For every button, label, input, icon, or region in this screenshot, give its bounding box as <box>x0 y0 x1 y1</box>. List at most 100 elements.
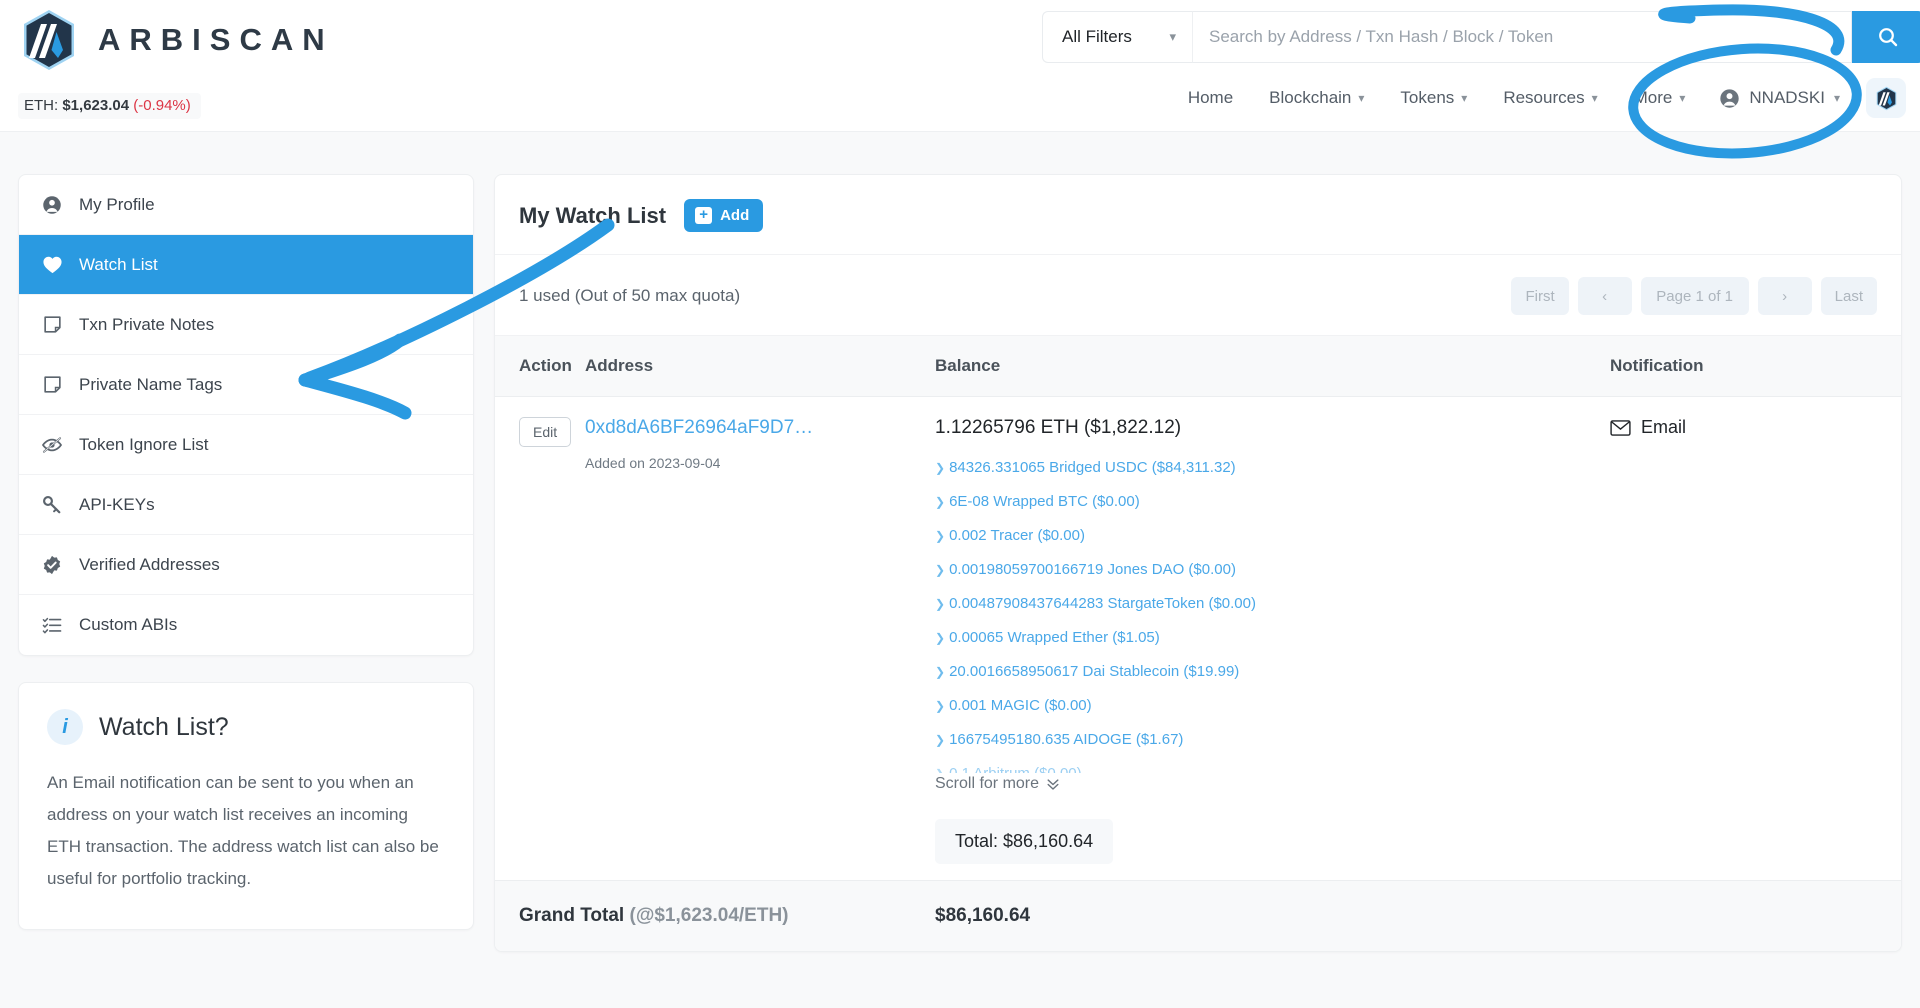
sidebar-menu: My Profile Watch List Txn Private Notes … <box>18 174 474 656</box>
sidebar-item-token-ignore-list[interactable]: Token Ignore List <box>19 415 473 475</box>
sidebar-item-label: Txn Private Notes <box>79 314 215 334</box>
eye-slash-icon <box>41 436 63 454</box>
sidebar-item-custom-abis[interactable]: Custom ABIs <box>19 595 473 655</box>
grand-total-value: $86,160.64 <box>935 905 1031 926</box>
token-balance-item[interactable]: ❯ 0.002 Tracer ($0.00) <box>935 519 1610 553</box>
token-balance-label: 0.00198059700166719 Jones DAO ($0.00) <box>949 561 1236 578</box>
token-balance-label: 0.1 Arbitrum ($0.00) <box>949 765 1082 773</box>
token-balance-label: 0.00487908437644283 StargateToken ($0.00… <box>949 595 1256 612</box>
watch-list-info-card: i Watch List? An Email notification can … <box>18 682 474 930</box>
nav-item-label: Home <box>1187 88 1234 107</box>
quota-text: 1 used (Out of 50 max quota) <box>519 286 741 305</box>
list-check-icon <box>41 616 63 634</box>
key-icon <box>41 495 63 515</box>
chevron-right-icon: ❯ <box>935 495 946 509</box>
token-balance-list: ❯ 84326.331065 Bridged USDC ($84,311.32) … <box>935 451 1610 773</box>
grand-total-row: Grand Total (@$1,623.04/ETH) $86,160.64 <box>495 880 1901 951</box>
pagination-last-button[interactable]: Last <box>1820 277 1877 315</box>
cell-action: Edit <box>495 397 585 881</box>
token-balance-item[interactable]: ❯ 6E-08 Wrapped BTC ($0.00) <box>935 485 1610 519</box>
search-filter-dropdown[interactable]: All Filters ▾ <box>1042 11 1192 63</box>
token-balance-item[interactable]: ❯ 0.00065 Wrapped Ether ($1.05) <box>935 621 1610 655</box>
token-balance-label: 84326.331065 Bridged USDC ($84,311.32) <box>949 459 1236 476</box>
info-card-title: Watch List? <box>99 712 229 741</box>
add-button-label: Add <box>720 207 750 224</box>
chevron-down-icon: ▾ <box>1358 91 1365 105</box>
chevron-right-icon: ❯ <box>935 631 946 645</box>
sidebar-item-label: API-KEYs <box>79 494 155 514</box>
sidebar-item-label: Verified Addresses <box>79 554 220 574</box>
add-button[interactable]: + Add <box>684 199 764 232</box>
chevron-double-down-icon <box>1047 779 1059 790</box>
sidebar-item-label: My Profile <box>79 194 155 214</box>
search-submit-button[interactable] <box>1852 11 1920 63</box>
pagination: First ‹ Page 1 of 1 › Last <box>1511 277 1877 315</box>
search-input[interactable] <box>1192 11 1852 63</box>
table-row: Edit 0xd8dA6BF26964aF9D7… Added on 2023-… <box>495 397 1901 881</box>
main-content: My Watch List + Add 1 used (Out of 50 ma… <box>494 174 1902 952</box>
chevron-down-icon: ▾ <box>1679 91 1686 105</box>
brand[interactable]: ARBISCAN <box>20 8 334 72</box>
sidebar-item-watch-list[interactable]: Watch List <box>19 235 473 295</box>
sidebar-item-label: Watch List <box>79 254 158 274</box>
token-balance-item[interactable]: ❯ 0.00198059700166719 Jones DAO ($0.00) <box>935 553 1610 587</box>
search-filter-label: All Filters <box>1062 27 1132 46</box>
network-switch-button[interactable] <box>1866 78 1906 118</box>
sidebar-item-private-name-tags[interactable]: Private Name Tags <box>19 355 473 415</box>
watch-list-card: My Watch List + Add 1 used (Out of 50 ma… <box>494 174 1902 952</box>
nav-user-menu[interactable]: NNADSKI ▾ <box>1703 82 1856 115</box>
nav-item-label: Resources <box>1503 88 1585 107</box>
address-link[interactable]: 0xd8dA6BF26964aF9D7… <box>585 417 935 439</box>
scroll-for-more[interactable]: Scroll for more <box>935 775 1610 793</box>
token-balance-item[interactable]: ❯ 0.00487908437644283 StargateToken ($0.0… <box>935 587 1610 621</box>
eth-balance: 1.12265796 ETH ($1,822.12) <box>935 417 1182 438</box>
chevron-down-icon: ▾ <box>1461 91 1468 105</box>
column-header-address: Address <box>585 335 935 397</box>
pagination-next-button[interactable]: › <box>1757 277 1812 315</box>
sidebar-item-txn-private-notes[interactable]: Txn Private Notes <box>19 295 473 355</box>
sidebar-item-verified-addresses[interactable]: Verified Addresses <box>19 535 473 595</box>
note-icon <box>41 315 63 334</box>
user-circle-icon <box>1720 88 1740 108</box>
sidebar-item-label: Custom ABIs <box>79 615 178 634</box>
chevron-down-icon: ▾ <box>1833 91 1840 105</box>
pagination-page-indicator[interactable]: Page 1 of 1 <box>1640 277 1749 315</box>
token-balance-item[interactable]: ❯ 84326.331065 Bridged USDC ($84,311.32) <box>935 451 1610 485</box>
cell-notification: Email <box>1610 397 1901 881</box>
main-nav: Home Blockchain ▾ Tokens ▾ Resources ▾ M… <box>1170 78 1906 118</box>
plus-square-icon: + <box>695 207 713 224</box>
arbiscan-logo-icon <box>24 10 74 70</box>
sidebar-item-api-keys[interactable]: API-KEYs <box>19 475 473 535</box>
pagination-first-button[interactable]: First <box>1511 277 1569 315</box>
token-balance-label: 20.0016658950617 Dai Stablecoin ($19.99) <box>949 663 1240 680</box>
nav-item-blockchain[interactable]: Blockchain ▾ <box>1251 82 1382 114</box>
grand-total-rate: (@$1,623.04/ETH) <box>629 905 789 926</box>
nav-item-label: More <box>1633 88 1673 107</box>
chevron-right-icon: ❯ <box>935 461 946 475</box>
arbiscan-mark-icon <box>1876 86 1896 110</box>
chevron-down-icon: ▾ <box>1591 91 1598 105</box>
eth-price-label: ETH: <box>24 97 59 114</box>
token-balance-label: 6E-08 Wrapped BTC ($0.00) <box>949 493 1140 510</box>
notification-label: Email <box>1641 417 1687 437</box>
token-balance-item[interactable]: ❯ 0.001 MAGIC ($0.00) <box>935 689 1610 723</box>
nav-item-tokens[interactable]: Tokens ▾ <box>1382 82 1485 114</box>
token-balance-item[interactable]: ❯ 20.0016658950617 Dai Stablecoin ($19.99… <box>935 655 1610 689</box>
pagination-prev-button[interactable]: ‹ <box>1577 277 1632 315</box>
token-balance-label: 0.002 Tracer ($0.00) <box>949 527 1085 544</box>
nav-item-resources[interactable]: Resources ▾ <box>1485 82 1615 114</box>
brand-name: ARBISCAN <box>98 22 334 57</box>
eth-price-ticker: ETH: $1,623.04 (-0.94%) <box>18 93 201 119</box>
nav-item-more[interactable]: More ▾ <box>1616 82 1704 114</box>
added-on-text: Added on 2023-09-04 <box>585 455 721 471</box>
quota-row: 1 used (Out of 50 max quota) First ‹ Pag… <box>495 255 1901 335</box>
sidebar-item-my-profile[interactable]: My Profile <box>19 175 473 235</box>
chevron-right-icon: ❯ <box>935 733 946 747</box>
chevron-right-icon: ❯ <box>935 563 946 577</box>
token-balance-item[interactable]: ❯ 16675495180.635 AIDOGE ($1.67) <box>935 723 1610 757</box>
edit-button[interactable]: Edit <box>519 417 572 447</box>
token-balance-item[interactable]: ❯ 0.1 Arbitrum ($0.00) <box>935 757 1610 773</box>
chevron-right-icon: ❯ <box>935 597 946 611</box>
table-body: Edit 0xd8dA6BF26964aF9D7… Added on 2023-… <box>495 397 1901 881</box>
nav-item-home[interactable]: Home <box>1170 82 1251 114</box>
